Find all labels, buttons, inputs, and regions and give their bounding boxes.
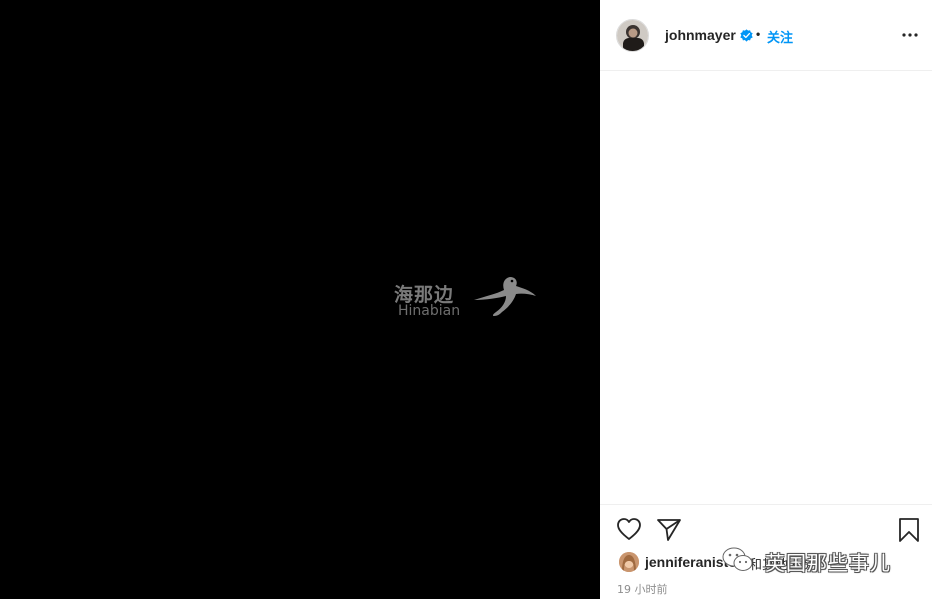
post-timestamp[interactable]: 19 小时前 [617, 581, 668, 597]
paper-plane-icon[interactable] [656, 517, 682, 541]
follow-button[interactable]: 关注 [767, 27, 793, 46]
author-avatar-image [617, 20, 648, 51]
more-options-icon[interactable] [900, 27, 920, 43]
hinabian-watermark: 海那边 Hinabian [392, 272, 542, 322]
post-header: johnmayer • 关注 [600, 0, 932, 71]
post-actions: jenniferaniston 和其他人赞了 英国那些事儿 19 小时前 [600, 504, 932, 599]
heart-icon[interactable] [616, 517, 642, 541]
liker-avatar-image [619, 552, 639, 572]
bookmark-icon[interactable] [897, 517, 921, 543]
header-separator: • [756, 27, 761, 41]
author-avatar[interactable] [616, 19, 649, 52]
post-media[interactable]: 海那边 Hinabian [0, 0, 600, 599]
watermark-latin: Hinabian [398, 303, 461, 319]
post-side-panel: johnmayer • 关注 jenniferaniston 和其他人赞了 英国… [600, 0, 932, 599]
bird-logo-icon [474, 277, 536, 316]
wechat-logo-icon [722, 547, 753, 571]
verified-badge-icon [740, 29, 753, 42]
comments-area [600, 72, 932, 504]
overlay-watermark-text: 英国那些事儿 [765, 551, 891, 575]
author-username[interactable]: johnmayer [665, 27, 736, 43]
liker-avatar[interactable] [619, 552, 639, 572]
